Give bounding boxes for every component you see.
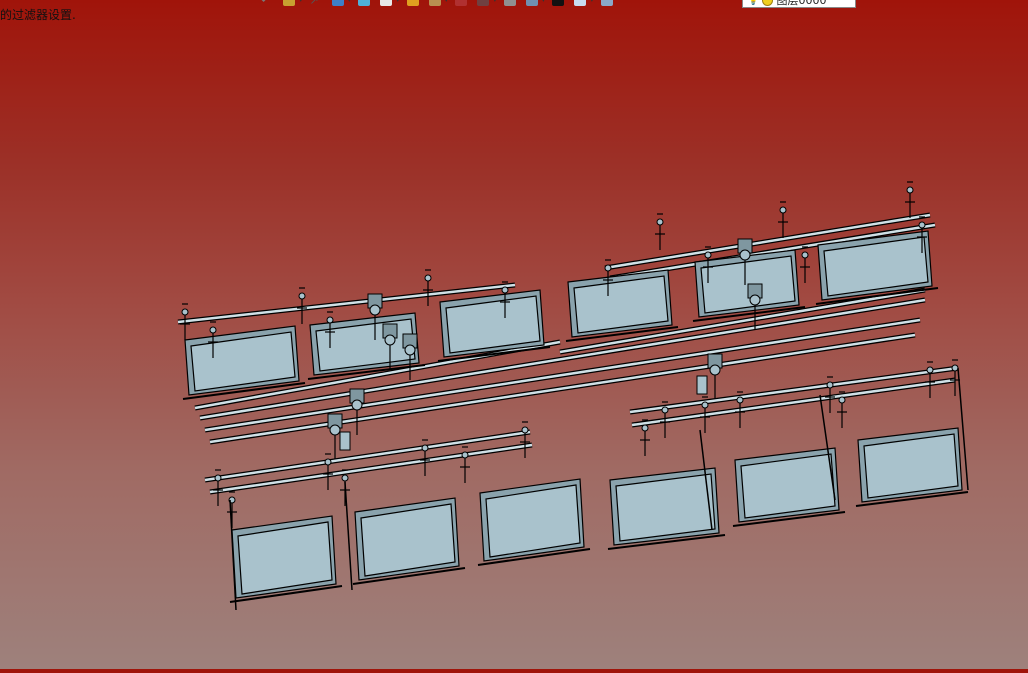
pointer-button[interactable]: ↗ [307,0,325,7]
layer-name: 图层0000 [776,0,827,7]
pump-motor-2 [404,344,416,356]
cad-viewport[interactable] [0,0,1028,669]
material-button[interactable] [474,0,492,7]
pump-motor-6 [351,399,363,411]
lower-left-pipe-2-core [209,443,533,494]
upper-valve-0 [181,308,189,316]
blue-cube-icon [331,0,344,6]
orange-sphere-icon [406,0,419,6]
dropdown-arrow-icon[interactable]: ▾ [396,0,400,4]
undo-button[interactable]: ↶ [258,0,276,7]
lower-tank-6 [863,433,959,499]
lower-left-valve-4 [421,444,429,452]
lower-right-valve-1 [661,406,669,414]
upper-valve-6 [604,264,612,272]
dropdown-arrow-icon[interactable]: ▾ [590,0,594,4]
lower-left-support-2 [344,481,353,591]
lower-right-pipe-2-core [631,378,956,427]
lower-right-valve-4 [826,381,834,389]
color-ball-icon [455,0,468,6]
pump-motor-4 [749,294,761,306]
render-icon [428,0,441,6]
pointer-icon: ↗ [309,0,319,7]
dropdown-arrow-icon[interactable]: ▾ [445,0,449,4]
blue-cube-button[interactable] [329,0,347,7]
lower-right-pipe-1-core [629,366,959,414]
lower-left-valve-0 [214,474,222,482]
dropdown-arrow-icon[interactable]: ▾ [299,0,303,4]
cyan-cube-icon [358,0,371,6]
layer-sun-icon [762,0,774,6]
black-square-button[interactable] [549,0,567,7]
upper-valve-8 [704,251,712,259]
bottle-icon [525,0,538,6]
lower-right-valve-2 [701,401,709,409]
layer-dropdown[interactable]: 💡 图层0000 [742,0,856,8]
material-icon [477,0,490,6]
pump-motor-5 [709,364,721,376]
lower-right-valve-7 [951,364,959,372]
lower-right-valve-0 [641,424,649,432]
orange-sphere-button[interactable] [404,0,422,7]
undo-icon: ↶ [261,0,271,7]
dropdown-arrow-icon[interactable]: ▾ [493,0,497,4]
black-square-icon [552,0,565,6]
upper-valve-3 [326,316,334,324]
page-icon [574,0,587,6]
lower-right-valve-6 [926,366,934,374]
color-ball-button[interactable] [452,0,470,7]
lower-left-valve-6 [521,426,529,434]
pump-motor-1 [384,334,396,346]
dropdown-arrow-icon[interactable]: ▾ [348,0,352,4]
cyan-cube-button[interactable] [355,0,373,7]
upper-valve-5 [501,286,509,294]
lower-left-pipe-1-core [204,430,531,482]
upper-valve-7 [656,218,664,226]
lower-right-valve-3 [736,396,744,404]
open-folder-button[interactable] [280,0,298,7]
upper-valve-2 [298,292,306,300]
lower-tank-4 [615,473,716,542]
upper-valve-10 [801,251,809,259]
light-icon [503,0,516,6]
layer-stack-icon [600,0,613,6]
lightbulb-icon: 💡 [747,0,760,6]
upper-valve-4 [424,274,432,282]
cad-model-drawing [177,181,969,611]
white-box-button[interactable] [377,0,395,7]
pump-motor-3 [739,249,751,261]
dropdown-arrow-icon[interactable]: ▾ [542,0,546,4]
lower-tank-5 [740,453,836,519]
pump-motor-0 [369,304,381,316]
upper-valve-11 [906,186,914,194]
upper-valve-9 [779,206,787,214]
render-button[interactable] [426,0,444,7]
upper-valve-1 [209,326,217,334]
pump-motor-7 [329,424,341,436]
bottle-button[interactable] [523,0,541,7]
toolbar: ↶ ▾ ↗ ▾ ▾ ▾ ▾ ▾ ▾ [258,0,616,8]
layer-stack-button[interactable] [598,0,616,7]
status-text: 的过滤器设置. [0,8,76,22]
open-folder-icon [283,0,295,6]
lower-right-valve-5 [838,396,846,404]
light-button[interactable] [501,0,519,7]
page-button[interactable] [571,0,589,7]
upper-valve-12 [918,221,926,229]
lower-left-valve-2 [324,458,332,466]
lower-left-valve-3 [341,474,349,482]
filter-housing-left [339,431,351,451]
white-box-icon [380,0,393,6]
lower-left-valve-5 [461,451,469,459]
filter-housing-right [696,375,708,395]
